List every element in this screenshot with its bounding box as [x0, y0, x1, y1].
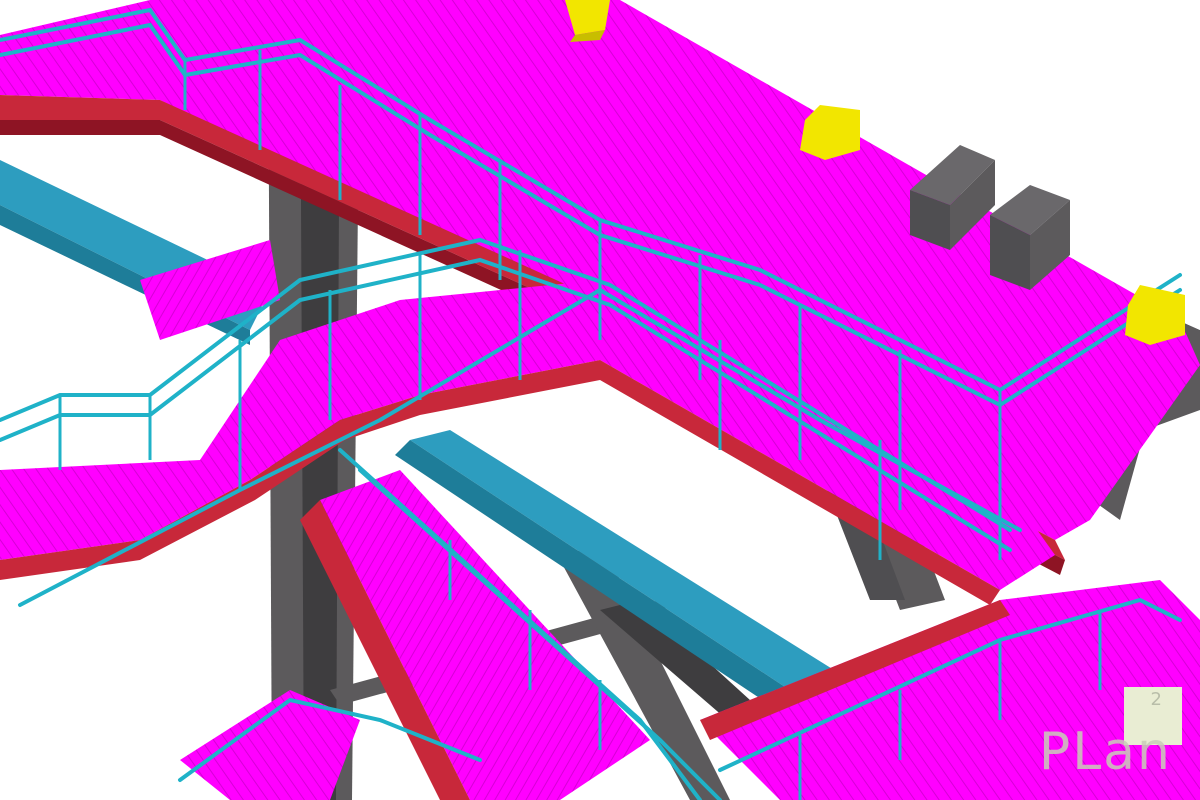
plan2-watermark: 2 PLan	[1032, 687, 1182, 782]
steel-structure-scene	[0, 0, 1200, 800]
watermark-word: PLan	[1038, 722, 1172, 782]
viewport: 2 PLan	[0, 0, 1200, 800]
watermark-superscript: 2	[1150, 689, 1162, 710]
